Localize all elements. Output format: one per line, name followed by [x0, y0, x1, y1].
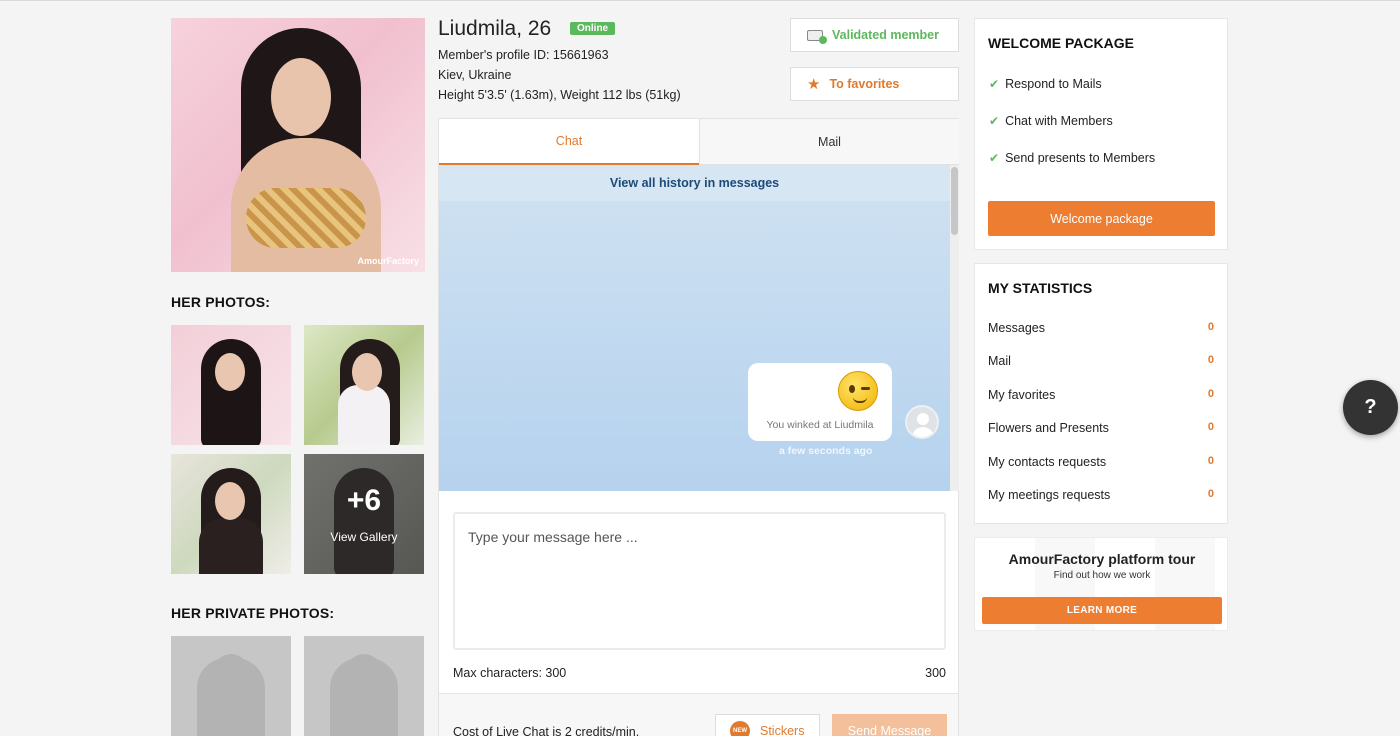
private-photo-1[interactable] [171, 636, 291, 736]
view-gallery-label: View Gallery [330, 530, 398, 544]
message-input[interactable]: Type your message here ... [453, 512, 946, 650]
photo-top [246, 188, 366, 248]
view-gallery-thumbnail[interactable]: +6 View Gallery [304, 454, 424, 574]
welcome-item-1: ✔ Respond to Mails [989, 77, 1102, 91]
her-photos-title: HER PHOTOS: [171, 294, 271, 310]
stat-row-favorites[interactable]: My favorites 0 [988, 388, 1214, 402]
welcome-item-label: Send presents to Members [1005, 151, 1156, 165]
chat-panel: Chat Mail View all history in messages Y… [438, 118, 959, 736]
learn-more-button[interactable]: LEARN MORE [982, 597, 1222, 624]
silhouette-icon [330, 654, 398, 736]
welcome-package-button[interactable]: Welcome package [988, 201, 1215, 236]
profile-name-age: Liudmila, 26 [438, 17, 552, 40]
welcome-item-3: ✔ Send presents to Members [989, 151, 1155, 165]
checkmark-icon: ✔ [989, 77, 1000, 91]
message-bubble: You winked at Liudmila [748, 363, 892, 441]
add-to-favorites-button[interactable]: ★ To favorites [790, 67, 959, 101]
wink-mouth [853, 397, 867, 403]
tour-subtitle: Find out how we work [1053, 570, 1151, 581]
profile-height-weight: Height 5'3.5' (1.63m), Weight 112 lbs (5… [438, 88, 681, 102]
her-private-photos-title: HER PRIVATE PHOTOS: [171, 605, 335, 621]
main-profile-photo[interactable]: AmourFactory [171, 18, 425, 272]
thumb-dress [338, 385, 390, 445]
stickers-label: Stickers [760, 724, 805, 736]
tour-title: AmourFactory platform tour [1008, 551, 1196, 567]
stat-label: Flowers and Presents [988, 421, 1109, 435]
scrollbar-thumb[interactable] [951, 167, 958, 235]
validated-member-button[interactable]: Validated member [790, 18, 959, 52]
message-text: You winked at Liudmila [766, 419, 874, 431]
thumb-dress [199, 518, 263, 574]
more-photos-count: +6 [346, 484, 382, 517]
stat-value: 0 [1207, 388, 1214, 400]
top-divider [0, 0, 1400, 1]
stickers-button[interactable]: NEW Stickers [715, 714, 820, 736]
characters-remaining: 300 [925, 666, 946, 680]
welcome-item-label: Respond to Mails [1005, 77, 1102, 91]
stat-row-mail[interactable]: Mail 0 [988, 354, 1214, 368]
photo-thumbnail-2[interactable] [304, 325, 424, 445]
stat-value: 0 [1207, 421, 1214, 433]
max-characters-label: Max characters: 300 [453, 666, 567, 680]
photo-thumbnail-1[interactable] [171, 325, 291, 445]
stat-row-contacts-requests[interactable]: My contacts requests 0 [988, 455, 1214, 469]
welcome-item-label: Chat with Members [1005, 114, 1113, 128]
chat-messages-area: You winked at Liudmila a few seconds ago [439, 201, 950, 491]
profile-location: Kiev, Ukraine [438, 68, 512, 82]
validated-member-label: Validated member [832, 28, 939, 42]
view-history-link[interactable]: View all history in messages [439, 165, 950, 201]
stat-label: My favorites [988, 388, 1056, 402]
welcome-package-card: WELCOME PACKAGE ✔ Respond to Mails ✔ Cha… [974, 18, 1228, 250]
thumb-face [215, 353, 245, 391]
new-badge-icon: NEW [730, 721, 750, 736]
checkmark-icon: ✔ [989, 114, 1000, 128]
my-statistics-title: MY STATISTICS [988, 280, 1093, 296]
thumb-face [215, 482, 245, 520]
welcome-item-2: ✔ Chat with Members [989, 114, 1113, 128]
message-timestamp: a few seconds ago [779, 445, 873, 457]
chat-footer: Cost of Live Chat is 2 credits/min. NEW … [439, 693, 958, 736]
stat-value: 0 [1207, 455, 1214, 467]
stat-row-messages[interactable]: Messages 0 [988, 321, 1214, 335]
silhouette-icon [197, 654, 265, 736]
platform-tour-banner: AmourFactory platform tour Find out how … [974, 537, 1228, 631]
user-avatar [905, 405, 939, 439]
stat-row-flowers-presents[interactable]: Flowers and Presents 0 [988, 421, 1214, 435]
photo-face [271, 58, 331, 136]
private-photo-2[interactable] [304, 636, 424, 736]
tab-chat[interactable]: Chat [439, 119, 699, 165]
stat-value: 0 [1207, 354, 1214, 366]
add-to-favorites-label: To favorites [829, 77, 900, 91]
photo-thumbnail-3[interactable] [171, 454, 291, 574]
help-button[interactable]: ? [1343, 380, 1398, 435]
online-status-badge: Online [570, 22, 616, 35]
star-icon: ★ [807, 76, 821, 93]
wink-emoji-icon [838, 371, 878, 411]
my-statistics-card: MY STATISTICS Messages 0 Mail 0 My favor… [974, 263, 1228, 524]
thumb-face [352, 353, 382, 391]
photo-watermark: AmourFactory [357, 256, 419, 266]
stat-row-meetings-requests[interactable]: My meetings requests 0 [988, 488, 1214, 502]
checkmark-icon: ✔ [989, 151, 1000, 165]
welcome-package-title: WELCOME PACKAGE [988, 35, 1134, 51]
chat-cost-text: Cost of Live Chat is 2 credits/min. [453, 725, 640, 736]
stat-label: My meetings requests [988, 488, 1111, 502]
profile-id: Member's profile ID: 15661963 [438, 48, 609, 62]
stat-label: Mail [988, 354, 1011, 368]
stat-label: Messages [988, 321, 1045, 335]
stat-value: 0 [1207, 321, 1214, 333]
id-card-check-icon [807, 29, 827, 44]
tab-mail[interactable]: Mail [699, 119, 959, 165]
chat-scrollbar[interactable] [950, 165, 959, 491]
stat-label: My contacts requests [988, 455, 1107, 469]
send-message-button[interactable]: Send Message [832, 714, 947, 736]
stat-value: 0 [1207, 488, 1214, 500]
